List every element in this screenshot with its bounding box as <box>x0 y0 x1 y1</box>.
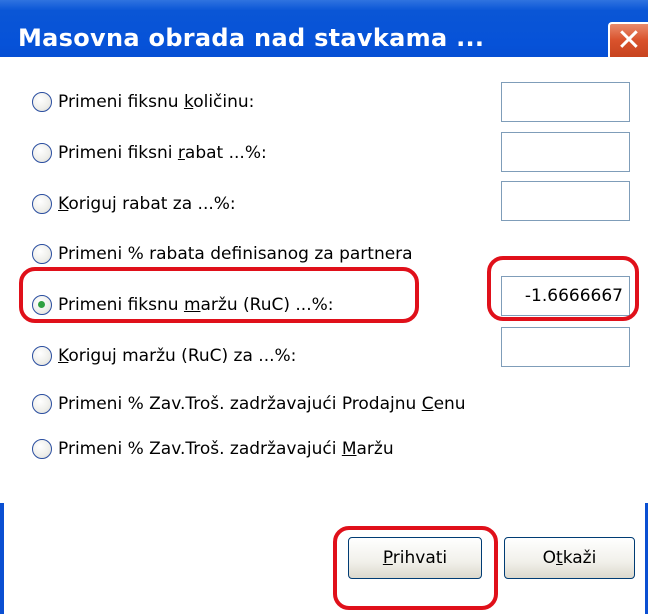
radio-button[interactable] <box>32 194 52 214</box>
option-fixed-quantity[interactable]: Primeni fiksnu količinu: <box>32 87 254 117</box>
fixed-quantity-field[interactable] <box>501 82 630 122</box>
accept-button[interactable]: Prihvati <box>348 537 482 579</box>
dialog-title: Masovna obrada nad stavkama ... <box>18 24 485 52</box>
cancel-button[interactable]: Otkaži <box>504 537 635 579</box>
option-label: Primeni fiksnu maržu (RuC) ...%: <box>58 295 334 315</box>
radio-button-checked[interactable] <box>32 295 52 315</box>
option-costs-keep-sale-price[interactable]: Primeni % Zav.Troš. zadržavajući Prodajn… <box>32 389 466 419</box>
option-label: Koriguj maržu (RuC) za ...%: <box>58 346 297 366</box>
option-label: Primeni % rabata definisanog za partnera <box>58 244 413 264</box>
option-label: Primeni % Zav.Troš. zadržavajući Maržu <box>58 439 394 459</box>
option-partner-discount[interactable]: Primeni % rabata definisanog za partnera <box>32 239 413 269</box>
radio-button[interactable] <box>32 92 52 112</box>
fixed-margin-field[interactable] <box>501 276 630 316</box>
radio-button[interactable] <box>32 394 52 414</box>
button-panel <box>0 575 648 614</box>
option-fixed-discount[interactable]: Primeni fiksni rabat ...%: <box>32 138 267 168</box>
option-adjust-margin[interactable]: Koriguj maržu (RuC) za ...%: <box>32 341 296 371</box>
close-button[interactable]: ✕ <box>608 22 648 62</box>
option-costs-keep-margin[interactable]: Primeni % Zav.Troš. zadržavajući Maržu <box>32 434 394 464</box>
options-panel: Primeni fiksnu količinu: Primeni fiksni … <box>0 57 648 459</box>
option-label: Primeni fiksni rabat ...%: <box>58 143 267 163</box>
adjust-discount-field[interactable] <box>501 181 630 221</box>
option-fixed-margin[interactable]: Primeni fiksnu maržu (RuC) ...%: <box>32 290 333 320</box>
radio-button[interactable] <box>32 244 52 264</box>
option-adjust-discount[interactable]: Koriguj rabat za ...%: <box>32 189 236 219</box>
window-frame-left <box>0 503 4 614</box>
fixed-discount-field[interactable] <box>501 132 630 172</box>
option-label: Koriguj rabat za ...%: <box>58 194 236 214</box>
option-label: Primeni fiksnu količinu: <box>58 92 255 112</box>
adjust-margin-field[interactable] <box>501 327 630 367</box>
radio-button[interactable] <box>32 346 52 366</box>
radio-button[interactable] <box>32 439 52 459</box>
radio-button[interactable] <box>32 143 52 163</box>
option-label: Primeni % Zav.Troš. zadržavajući Prodajn… <box>58 394 466 414</box>
